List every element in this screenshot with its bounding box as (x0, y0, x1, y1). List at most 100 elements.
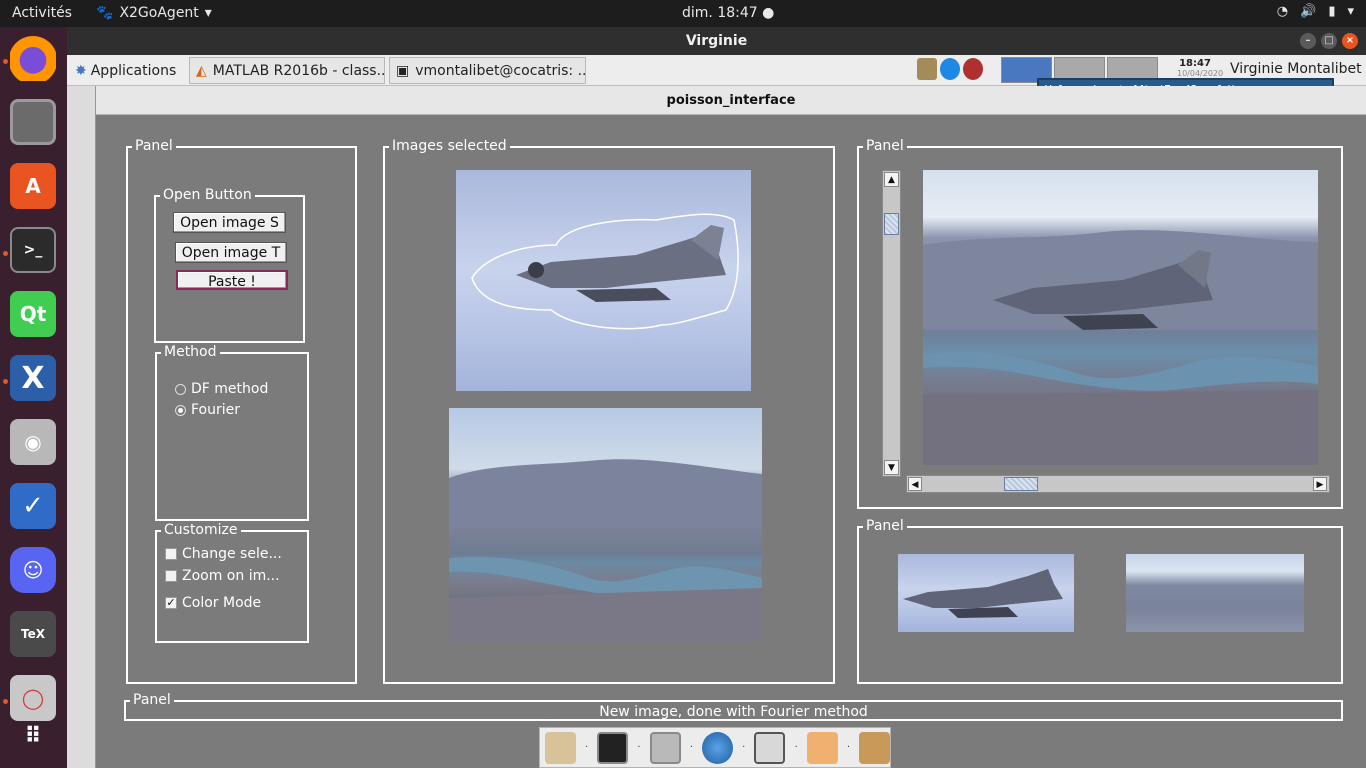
battery-icon: ▮ (1328, 4, 1336, 19)
radio-fourier-label: Fourier (191, 402, 241, 418)
scroll-down-icon[interactable]: ▼ (884, 460, 899, 475)
screen: Activités 🐾 X2GoAgent ▾ dim. 18:47 ● ◔ 🔊… (0, 0, 1366, 768)
scroll-left-icon[interactable]: ◀ (908, 477, 922, 491)
window-title: Virginie (685, 33, 748, 49)
landscape-svg (449, 459, 762, 642)
separator-dot: · (689, 742, 694, 753)
chevron-down-icon: ▾ (1347, 4, 1354, 19)
running-indicator (3, 59, 8, 64)
files-icon[interactable] (10, 99, 56, 145)
terminal-icon: ▣ (396, 62, 410, 79)
checkbox-zoom-label: Zoom on im... (182, 568, 280, 584)
activities-button[interactable]: Activités (12, 5, 72, 21)
separator-dot: · (742, 742, 746, 753)
user-name[interactable]: Virginie Montalibet (1230, 61, 1362, 77)
open-image-s-button[interactable]: Open image S (173, 212, 286, 233)
x2go-window-title: Virginie – □ × (67, 27, 1366, 55)
checkbox-color-mode[interactable]: ✓ Color Mode (165, 595, 261, 611)
checkbox-box (165, 570, 177, 582)
separator-dot: · (846, 742, 851, 753)
running-indicator (3, 699, 8, 704)
maximize-button[interactable]: □ (1321, 33, 1337, 49)
thumbnails-panel: Panel (857, 518, 1343, 684)
top-clock-label: dim. 18:47 (682, 5, 758, 21)
open-image-t-button[interactable]: Open image T (175, 242, 287, 263)
vertical-scrollbar[interactable]: ▲ ▼ (882, 170, 901, 477)
tasks-icon[interactable]: ✓ (10, 483, 56, 529)
taskbar-clock-date: 10/04/2020 (1177, 69, 1224, 78)
clipboard-icon[interactable] (917, 58, 937, 80)
window-controls: – □ × (1300, 33, 1358, 49)
radio-selected-icon (175, 404, 186, 416)
show-apps-icon[interactable]: ⠿ (10, 713, 56, 759)
target-image[interactable] (449, 408, 762, 642)
task-terminal-label: vmontalibet@cocatris: ... (415, 62, 586, 79)
firefox-icon[interactable] (10, 35, 56, 81)
checkbox-change-selection[interactable]: Change sele... (165, 546, 282, 562)
browser-globe-icon[interactable] (702, 731, 733, 764)
volume-icon: 🔊 (1300, 4, 1317, 19)
panel-title: Panel (132, 138, 176, 154)
source-image[interactable] (456, 170, 751, 391)
open-button-group: Open Button Open image S Open image T Pa… (154, 187, 305, 343)
images-selected-title: Images selected (389, 138, 510, 154)
taskbar-clock[interactable]: 18:47 10/04/2020 (1177, 58, 1224, 78)
separator-dot: · (637, 742, 641, 753)
qt-creator-icon[interactable]: Qt (10, 291, 56, 337)
file-cabinet-icon[interactable] (649, 731, 681, 764)
result-image[interactable] (923, 170, 1318, 465)
applications-menu[interactable]: ✸ Applications (71, 59, 180, 83)
result-panel-title: Panel (863, 138, 907, 154)
target-crop-thumb[interactable] (1126, 554, 1304, 632)
editor-icon[interactable] (545, 731, 576, 764)
customize-title: Customize (161, 522, 241, 538)
x-app-icon[interactable]: X (10, 355, 56, 401)
jet-icon (903, 569, 1063, 618)
applications-label: Applications (90, 63, 177, 79)
paste-button[interactable]: Paste ! (176, 270, 288, 290)
task-matlab-label: MATLAB R2016b - class... (212, 62, 385, 79)
task-terminal[interactable]: ▣ vmontalibet@cocatris: ... (389, 57, 586, 84)
radio-fourier[interactable]: Fourier (175, 402, 240, 418)
method-title: Method (161, 344, 220, 360)
system-status-area[interactable]: ◔ 🔊 ▮ ▾ (1277, 4, 1354, 19)
checkbox-zoom[interactable]: Zoom on im... (165, 568, 280, 584)
scroll-right-icon[interactable]: ▶ (1313, 477, 1327, 491)
scroll-thumb-horizontal[interactable] (1004, 477, 1038, 491)
checkbox-box (165, 548, 177, 560)
close-button[interactable]: × (1342, 33, 1358, 49)
status-panel: Panel New image, done with Fourier metho… (124, 692, 1343, 721)
system-tray (917, 58, 983, 80)
task-matlab[interactable]: ◭ MATLAB R2016b - class... (189, 57, 385, 84)
radio-df-method[interactable]: DF method (175, 381, 268, 397)
radio-circle-icon (175, 383, 186, 395)
app-finder-icon[interactable] (806, 731, 838, 764)
applications-icon: ✸ (75, 63, 87, 79)
search-icon[interactable] (754, 731, 786, 764)
taskbar-clock-time: 18:47 (1179, 58, 1211, 69)
thumbnails-panel-title: Panel (863, 518, 907, 534)
scroll-up-icon[interactable]: ▲ (884, 172, 899, 187)
software-center-icon[interactable]: A (10, 163, 56, 209)
discord-icon[interactable]: ☺ (10, 547, 56, 593)
camera-icon[interactable]: ◉ (10, 419, 56, 465)
minimize-button[interactable]: – (1300, 33, 1316, 49)
chevron-down-icon: ▾ (204, 5, 212, 21)
timer-icon[interactable] (963, 58, 983, 80)
jet-thumb-svg (903, 569, 1063, 618)
terminal-icon[interactable]: >_ (10, 227, 56, 273)
notebook-icon[interactable] (859, 731, 891, 764)
result-panel: Panel ▲ ▼ ◀ ▶ (857, 138, 1343, 509)
app-menu[interactable]: 🐾 X2GoAgent ▾ (96, 5, 212, 21)
terminal-icon[interactable] (597, 731, 629, 764)
running-indicator (3, 251, 8, 256)
source-crop-thumb[interactable] (898, 554, 1074, 632)
top-clock[interactable]: dim. 18:47 ● (682, 5, 774, 21)
scroll-thumb-vertical[interactable] (884, 213, 899, 235)
checkbox-change-label: Change sele... (182, 546, 282, 562)
update-icon[interactable] (940, 58, 960, 80)
horizontal-scrollbar[interactable]: ◀ ▶ (906, 475, 1330, 493)
figure-title-bar: poisson_interface (96, 86, 1366, 115)
method-group: Method DF method Fourier (155, 344, 309, 521)
texmaker-icon[interactable]: TeX (10, 611, 56, 657)
